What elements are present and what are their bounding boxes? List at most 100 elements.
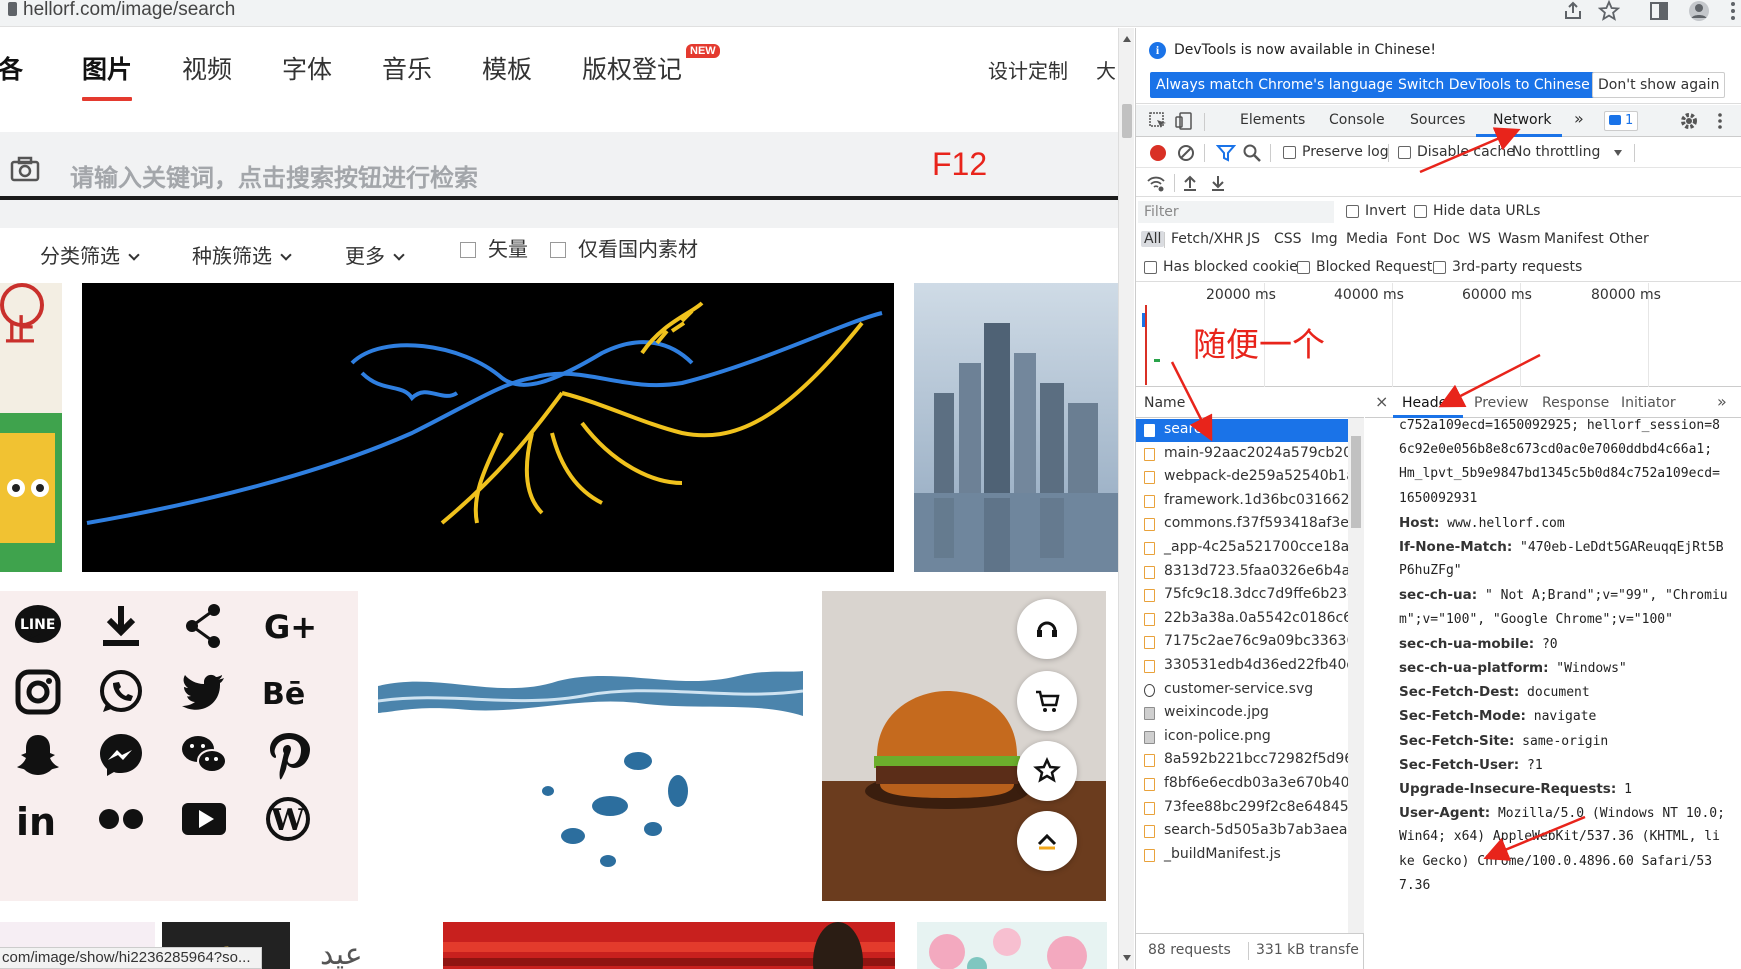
site-logo-fragment[interactable]: 各 (0, 50, 23, 86)
image-tile-social-icons[interactable]: LINE G+ Bē in W (0, 591, 358, 901)
tab-sources[interactable]: Sources (1410, 112, 1465, 128)
import-har-icon[interactable] (1180, 173, 1200, 193)
request-list-scrollbar[interactable] (1348, 418, 1364, 933)
scroll-down-arrow-icon[interactable] (1123, 955, 1131, 961)
share-icon[interactable] (1562, 0, 1584, 22)
request-row[interactable]: f8bf6e6ecdb03a3e670b40a (1136, 773, 1348, 796)
image-tile-bottom-5[interactable] (917, 922, 1107, 969)
image-tile-city-skyline[interactable] (914, 283, 1118, 572)
tab-network[interactable]: Network (1493, 112, 1551, 128)
image-tile-dove[interactable] (82, 283, 894, 572)
tab-headers[interactable]: Headers (1402, 395, 1460, 411)
request-row[interactable]: search (1136, 419, 1348, 442)
tab-initiator[interactable]: Initiator (1621, 395, 1676, 411)
request-row[interactable]: 22b3a38a.0a5542c0186c6c (1136, 608, 1348, 631)
invert-checkbox[interactable] (1346, 205, 1359, 218)
throttling-dropdown-icon[interactable] (1614, 150, 1622, 156)
request-row[interactable]: 330531edb4d36ed22fb40d (1136, 655, 1348, 678)
camera-search-icon[interactable] (10, 154, 40, 184)
image-tile-bottom-4[interactable] (443, 922, 895, 969)
type-ws[interactable]: WS (1468, 231, 1491, 247)
network-filter-input[interactable]: Filter (1138, 201, 1334, 223)
type-img[interactable]: Img (1311, 231, 1338, 247)
cart-button[interactable] (1017, 671, 1077, 731)
request-row[interactable]: framework.1d36bc031662b (1136, 490, 1348, 513)
nav-videos[interactable]: 视频 (182, 50, 232, 86)
customer-service-button[interactable] (1017, 599, 1077, 659)
request-row[interactable]: 73fee88bc299f2c8e648454. (1136, 797, 1348, 820)
nav-music[interactable]: 音乐 (382, 50, 432, 86)
request-row[interactable]: icon-police.png (1136, 726, 1348, 749)
name-column-header[interactable]: Name (1136, 388, 1364, 418)
domestic-only-checkbox[interactable] (550, 242, 566, 258)
tab-preview[interactable]: Preview (1474, 395, 1529, 411)
type-font[interactable]: Font (1396, 231, 1426, 247)
more-filter-dropdown[interactable]: 更多 (345, 240, 405, 269)
inspect-element-icon[interactable] (1148, 111, 1168, 131)
tab-console[interactable]: Console (1329, 112, 1385, 128)
request-row[interactable]: commons.f37f593418af3ee (1136, 513, 1348, 536)
request-row[interactable]: customer-service.svg (1136, 679, 1348, 702)
back-to-top-button[interactable] (1017, 811, 1077, 871)
dont-show-again-button[interactable]: Don't show again (1592, 72, 1726, 98)
type-wasm[interactable]: Wasm (1498, 231, 1540, 247)
type-media[interactable]: Media (1346, 231, 1388, 247)
vector-checkbox[interactable] (460, 242, 476, 258)
type-all[interactable]: All (1141, 231, 1165, 247)
nav-copyright[interactable]: 版权登记 (582, 50, 682, 86)
favorites-button[interactable] (1017, 741, 1077, 801)
switch-to-chinese-button[interactable]: Switch DevTools to Chinese (1392, 72, 1596, 98)
issues-counter[interactable]: 1 (1604, 111, 1639, 131)
network-conditions-wifi-icon[interactable] (1146, 173, 1166, 193)
has-blocked-cookies-checkbox[interactable] (1144, 261, 1157, 274)
image-tile-bottom-3[interactable]: عيد (290, 922, 425, 969)
nav-more-fragment[interactable]: 大 (1096, 55, 1116, 84)
scroll-thumb[interactable] (1122, 104, 1132, 138)
scroll-up-arrow-icon[interactable] (1123, 36, 1131, 42)
clear-icon[interactable] (1176, 143, 1196, 163)
device-toolbar-icon[interactable] (1174, 111, 1194, 131)
tab-elements[interactable]: Elements (1240, 112, 1305, 128)
request-row[interactable]: _buildManifest.js (1136, 844, 1348, 867)
type-other[interactable]: Other (1609, 231, 1649, 247)
third-party-requests-checkbox[interactable] (1433, 261, 1446, 274)
tab-response[interactable]: Response (1542, 395, 1609, 411)
url-field[interactable]: hellorf.com/image/search (8, 0, 235, 20)
request-row[interactable]: webpack-de259a52540b1a (1136, 466, 1348, 489)
hide-data-urls-checkbox[interactable] (1414, 205, 1427, 218)
image-tile-edge-left[interactable]: 止 (0, 283, 62, 572)
request-row[interactable]: search-5d505a3b7ab3aea5 (1136, 820, 1348, 843)
more-tabs-icon[interactable]: » (1574, 109, 1584, 128)
throttling-select[interactable]: No throttling (1512, 144, 1600, 160)
request-row[interactable]: main-92aac2024a579cb20c (1136, 443, 1348, 466)
nav-images[interactable]: 图片 (82, 50, 132, 86)
type-js[interactable]: JS (1247, 231, 1260, 247)
type-manifest[interactable]: Manifest (1544, 231, 1604, 247)
nav-design-custom[interactable]: 设计定制 (988, 55, 1068, 84)
side-panel-icon[interactable] (1648, 0, 1670, 22)
disable-cache-checkbox[interactable] (1398, 146, 1411, 159)
browser-menu-icon[interactable] (1722, 0, 1741, 22)
ethnicity-filter-dropdown[interactable]: 种族筛选 (192, 240, 292, 269)
page-scrollbar[interactable] (1118, 28, 1134, 969)
request-row[interactable]: 8a592b221bcc72982f5d96e (1136, 749, 1348, 772)
export-har-icon[interactable] (1208, 173, 1228, 193)
record-icon[interactable] (1148, 143, 1168, 163)
bookmark-star-icon[interactable] (1597, 0, 1621, 22)
settings-gear-icon[interactable] (1679, 111, 1699, 131)
more-tabs-icon[interactable]: » (1717, 392, 1727, 411)
filter-funnel-icon[interactable] (1215, 143, 1237, 163)
type-css[interactable]: CSS (1274, 231, 1302, 247)
search-icon[interactable] (1242, 143, 1262, 163)
scroll-thumb[interactable] (1351, 436, 1361, 528)
blocked-requests-checkbox[interactable] (1297, 261, 1310, 274)
image-tile-water-splash[interactable] (378, 591, 803, 901)
preserve-log-checkbox[interactable] (1283, 146, 1296, 159)
type-fetch-xhr[interactable]: Fetch/XHR (1171, 231, 1244, 247)
devtools-menu-icon[interactable] (1710, 111, 1730, 131)
nav-fonts[interactable]: 字体 (282, 50, 332, 86)
request-row[interactable]: _app-4c25a521700cce18a5 (1136, 537, 1348, 560)
category-filter-dropdown[interactable]: 分类筛选 (40, 240, 140, 269)
nav-templates[interactable]: 模板 (482, 50, 532, 86)
profile-avatar-icon[interactable] (1688, 0, 1710, 22)
